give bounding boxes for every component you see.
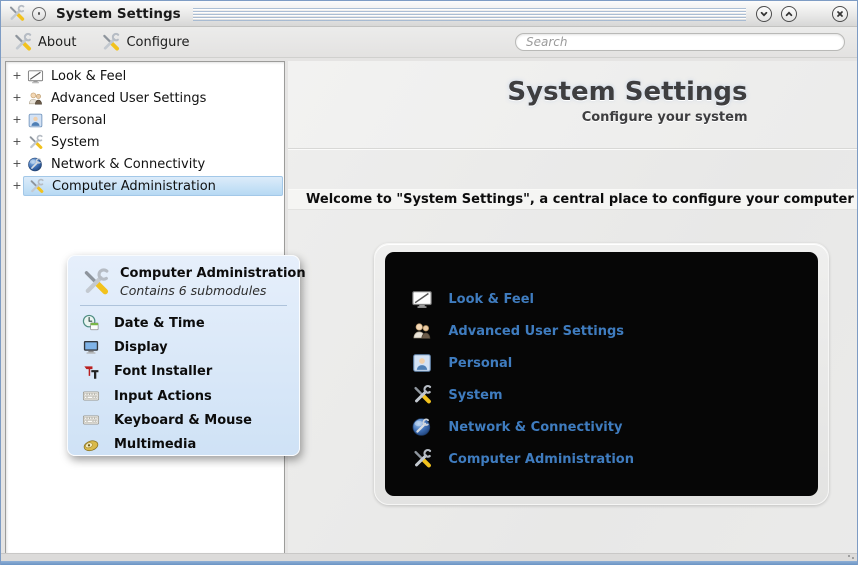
advanced-user-settings-icon xyxy=(411,320,433,342)
sidebar-item-look-and-feel[interactable]: + Look & Feel xyxy=(6,65,284,87)
sidebar-item-label: Advanced User Settings xyxy=(51,90,207,106)
overview-item-network-connectivity[interactable]: Network & Connectivity xyxy=(411,411,818,443)
titlebar: System Settings xyxy=(1,1,857,27)
welcome-text: Welcome to "System Settings", a central … xyxy=(306,192,858,207)
expander-plus-icon[interactable]: + xyxy=(11,92,23,103)
close-icon xyxy=(837,10,843,17)
system-tools-icon xyxy=(27,134,44,151)
page-title: System Settings xyxy=(507,77,748,107)
overview-item-label: Advanced User Settings xyxy=(448,323,624,339)
window-border xyxy=(1,561,857,565)
configure-button[interactable]: Configure xyxy=(96,30,193,55)
content-area: + Look & Feel + Advanced User Settings +… xyxy=(1,58,857,554)
expander-plus-icon[interactable]: + xyxy=(11,114,23,125)
configure-button-label: Configure xyxy=(126,34,190,50)
popup-item-label: Font Installer xyxy=(114,364,213,380)
computer-administration-icon xyxy=(80,267,111,298)
date-time-icon xyxy=(82,314,100,332)
keyboard-mouse-icon xyxy=(82,411,100,429)
sidebar-item-system[interactable]: + System xyxy=(6,131,284,153)
toolbar: About Configure xyxy=(1,27,857,58)
search-input[interactable] xyxy=(515,33,845,51)
overview-black-panel: Look & Feel Advanced User Settings Perso… xyxy=(385,252,819,496)
system-tools-icon xyxy=(411,384,433,406)
sidebar-item-label: Computer Administration xyxy=(52,178,216,194)
multimedia-icon xyxy=(82,436,100,454)
sidebar-item-label: Look & Feel xyxy=(51,68,127,84)
personal-icon xyxy=(411,352,433,374)
sidebar-item-advanced-user-settings[interactable]: + Advanced User Settings xyxy=(6,87,284,109)
popup-item-display[interactable]: Display xyxy=(68,335,299,359)
overview-item-advanced-user-settings[interactable]: Advanced User Settings xyxy=(411,315,818,347)
popup-subtitle: Contains 6 submodules xyxy=(120,283,267,298)
about-button[interactable]: About xyxy=(8,30,80,55)
sidebar-item-computer-administration[interactable]: + Computer Administration xyxy=(6,175,284,197)
popup-item-label: Keyboard & Mouse xyxy=(114,412,252,428)
popup-item-label: Multimedia xyxy=(114,437,197,453)
network-icon xyxy=(27,156,44,173)
sidebar-item-network-connectivity[interactable]: + Network & Connectivity xyxy=(6,153,284,175)
popup-item-input-actions[interactable]: Input Actions xyxy=(68,384,299,408)
popup-item-multimedia[interactable]: Multimedia xyxy=(68,432,299,456)
window-bottom-strip xyxy=(1,553,857,561)
popup-header: Computer Administration Contains 6 submo… xyxy=(68,256,306,298)
popup-title: Computer Administration xyxy=(120,266,306,281)
computer-administration-icon xyxy=(28,178,45,195)
resize-grip[interactable] xyxy=(847,554,855,560)
main-panel: System Settings Configure your system We… xyxy=(288,61,858,554)
overview-item-computer-administration[interactable]: Computer Administration xyxy=(411,443,818,475)
chevron-up-icon xyxy=(785,11,793,16)
overview-item-label: Personal xyxy=(448,355,513,371)
overview-item-personal[interactable]: Personal xyxy=(411,347,818,379)
computer-administration-icon xyxy=(411,448,433,470)
configure-wrench-icon xyxy=(100,32,121,53)
advanced-user-settings-icon xyxy=(27,90,44,107)
overview-item-system[interactable]: System xyxy=(411,379,818,411)
sidebar-item-label: Personal xyxy=(51,112,107,128)
popup-item-keyboard-mouse[interactable]: Keyboard & Mouse xyxy=(68,408,299,432)
display-icon xyxy=(82,338,100,356)
overview-frame: Look & Feel Advanced User Settings Perso… xyxy=(374,243,830,505)
expander-plus-icon[interactable]: + xyxy=(11,70,23,81)
personal-icon xyxy=(27,112,44,129)
overview-item-look-and-feel[interactable]: Look & Feel xyxy=(411,283,818,315)
category-tooltip-popup: Computer Administration Contains 6 submo… xyxy=(67,255,306,456)
popup-item-label: Input Actions xyxy=(114,388,212,404)
header-banner: System Settings Configure your system xyxy=(288,61,857,149)
font-installer-icon xyxy=(82,363,100,381)
app-tools-icon xyxy=(7,4,26,23)
about-tools-icon xyxy=(12,32,33,53)
welcome-strip: Welcome to "System Settings", a central … xyxy=(288,189,858,210)
network-icon xyxy=(411,416,433,438)
window-menu-icon[interactable] xyxy=(32,6,46,21)
maximize-button[interactable] xyxy=(781,5,797,22)
look-and-feel-icon xyxy=(411,288,433,310)
sidebar-item-label: System xyxy=(51,134,100,150)
popup-divider xyxy=(80,305,287,306)
chevron-down-icon xyxy=(760,11,768,16)
expander-plus-icon[interactable]: + xyxy=(11,136,23,147)
sidebar-item-personal[interactable]: + Personal xyxy=(6,109,284,131)
close-button[interactable] xyxy=(832,5,848,22)
popup-item-font-installer[interactable]: Font Installer xyxy=(68,360,299,384)
look-and-feel-icon xyxy=(27,68,44,85)
system-settings-window: System Settings About Configure Search +… xyxy=(0,0,858,565)
expander-plus-icon[interactable]: + xyxy=(11,180,23,191)
overview-item-label: Computer Administration xyxy=(448,451,634,467)
page-subtitle: Configure your system xyxy=(581,110,748,125)
popup-item-date-time[interactable]: Date & Time xyxy=(68,311,299,335)
input-actions-icon xyxy=(82,387,100,405)
expander-plus-icon[interactable]: + xyxy=(11,158,23,169)
sidebar-item-label: Network & Connectivity xyxy=(51,156,206,172)
about-button-label: About xyxy=(38,34,77,50)
window-title: System Settings xyxy=(56,5,181,22)
titlebar-grip-lines xyxy=(192,8,746,21)
overview-item-label: System xyxy=(448,387,503,403)
popup-item-label: Date & Time xyxy=(114,315,205,331)
minimize-button[interactable] xyxy=(756,5,772,22)
overview-item-label: Network & Connectivity xyxy=(448,419,623,435)
overview-item-label: Look & Feel xyxy=(448,291,534,307)
popup-item-label: Display xyxy=(114,339,168,355)
